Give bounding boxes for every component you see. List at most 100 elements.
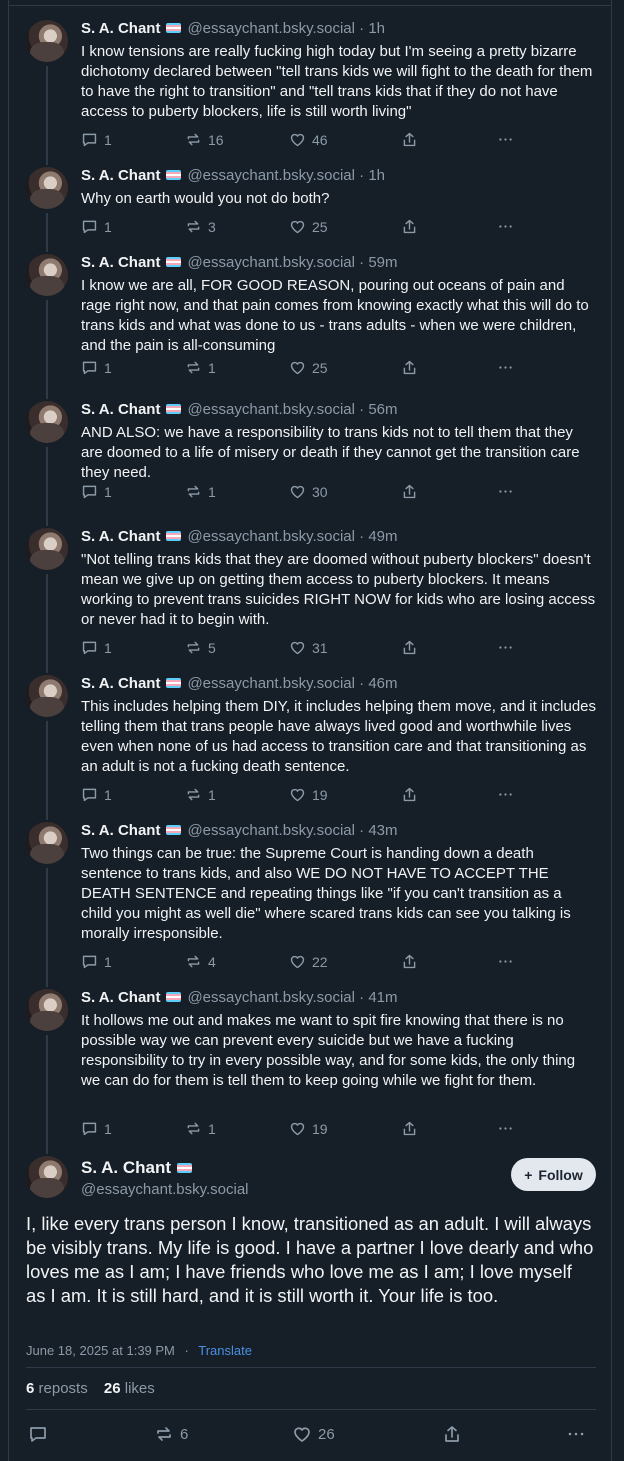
more-button[interactable] [497,359,514,376]
repost-icon [187,641,200,654]
share-button[interactable] [401,359,418,376]
more-button[interactable] [497,483,514,500]
reply-button[interactable]: 1 [81,786,112,803]
share-button[interactable] [401,483,418,500]
reply-button[interactable]: 1 [81,131,112,148]
repost-count: 16 [208,131,224,148]
share-button[interactable] [442,1424,462,1444]
heart-icon [290,955,305,969]
post-time[interactable]: · 49m [359,528,397,545]
avatar[interactable] [26,254,68,296]
share-button[interactable] [401,953,418,970]
avatar[interactable] [26,20,68,62]
post-timestamp[interactable]: June 18, 2025 at 1:39 PM [26,1343,175,1358]
author-name[interactable]: S. A. Chant [81,20,160,37]
like-button[interactable]: 30 [289,483,328,500]
share-button[interactable] [401,1120,418,1137]
repost-button[interactable]: 1 [185,1120,216,1137]
post-header: S. A. Chant @essaychant.bsky.social · 1h [81,167,596,185]
author-handle[interactable]: @essaychant.bsky.social [187,528,355,545]
reply-button[interactable]: 1 [81,1120,112,1137]
avatar[interactable] [26,989,68,1031]
repost-button[interactable]: 1 [185,483,216,500]
more-button[interactable] [497,639,514,656]
reply-button[interactable]: 1 [81,359,112,376]
more-button[interactable] [497,786,514,803]
post-time[interactable]: · 56m [359,401,397,418]
author-handle[interactable]: @essaychant.bsky.social [81,1181,249,1198]
share-button[interactable] [401,131,418,148]
avatar[interactable] [26,528,68,570]
repost-button[interactable]: 6 [154,1424,188,1444]
like-button[interactable]: 46 [289,131,328,148]
author-name[interactable]: S. A. Chant [81,675,160,692]
author-name[interactable]: S. A. Chant [81,989,160,1006]
post-time[interactable]: · 1h [359,167,385,184]
like-button[interactable]: 26 [292,1424,335,1444]
author-handle[interactable]: @essaychant.bsky.social [187,254,355,271]
avatar[interactable] [26,1156,68,1198]
repost-button[interactable]: 16 [185,131,224,148]
heart-icon [290,133,305,147]
reposts-stat[interactable]: 6 reposts [26,1380,88,1397]
more-button[interactable] [497,218,514,235]
like-count: 30 [312,483,328,500]
more-button[interactable] [497,953,514,970]
avatar[interactable] [26,822,68,864]
share-icon [445,1426,459,1442]
repost-button[interactable]: 5 [185,639,216,656]
repost-icon [187,133,200,146]
like-button[interactable]: 25 [289,359,328,376]
like-button[interactable]: 19 [289,786,328,803]
reply-button[interactable]: 1 [81,218,112,235]
author-handle[interactable]: @essaychant.bsky.social [187,675,355,692]
author-name[interactable]: S. A. Chant [81,254,160,271]
post-time[interactable]: · 1h [359,20,385,37]
more-button[interactable] [497,131,514,148]
like-button[interactable]: 31 [289,639,328,656]
post-time[interactable]: · 59m [359,254,397,271]
repost-button[interactable]: 4 [185,953,216,970]
translate-link[interactable]: Translate [198,1343,252,1358]
post-time[interactable]: · 46m [359,675,397,692]
reply-button[interactable]: 1 [81,483,112,500]
avatar[interactable] [26,675,68,717]
share-button[interactable] [401,218,418,235]
more-button[interactable] [497,1120,514,1137]
reply-button[interactable]: 1 [81,953,112,970]
share-button[interactable] [401,786,418,803]
repost-icon [187,220,200,233]
author-handle[interactable]: @essaychant.bsky.social [187,822,355,839]
reply-button[interactable]: 1 [81,639,112,656]
like-button[interactable]: 22 [289,953,328,970]
author-name[interactable]: S. A. Chant [81,822,160,839]
post-time[interactable]: · 41m [359,989,397,1006]
share-icon [403,640,416,655]
post-header: S. A. Chant @essaychant.bsky.social · 56m [81,401,596,419]
author-handle[interactable]: @essaychant.bsky.social [187,401,355,418]
author-handle[interactable]: @essaychant.bsky.social [187,20,355,37]
reply-button[interactable] [28,1424,48,1444]
author-handle[interactable]: @essaychant.bsky.social [187,989,355,1006]
follow-button[interactable]: + Follow [511,1158,596,1191]
likes-stat[interactable]: 26 likes [104,1380,155,1397]
like-button[interactable]: 19 [289,1120,328,1137]
repost-button[interactable]: 3 [185,218,216,235]
author-name[interactable]: S. A. Chant [81,1158,198,1178]
author-name[interactable]: S. A. Chant [81,401,160,418]
avatar[interactable] [26,401,68,443]
share-button[interactable] [401,639,418,656]
like-button[interactable]: 25 [289,218,328,235]
more-button[interactable] [566,1424,586,1444]
post-content: S. A. Chant @essaychant.bsky.social · 1h … [81,167,596,235]
repost-button[interactable]: 1 [185,359,216,376]
like-count: 19 [312,786,328,803]
author-name-text[interactable]: S. A. Chant [81,1158,171,1177]
avatar[interactable] [26,167,68,209]
repost-button[interactable]: 1 [185,786,216,803]
author-name[interactable]: S. A. Chant [81,528,160,545]
author-name[interactable]: S. A. Chant [81,167,160,184]
post-time[interactable]: · 43m [359,822,397,839]
more-icon [499,366,512,369]
author-handle[interactable]: @essaychant.bsky.social [187,167,355,184]
